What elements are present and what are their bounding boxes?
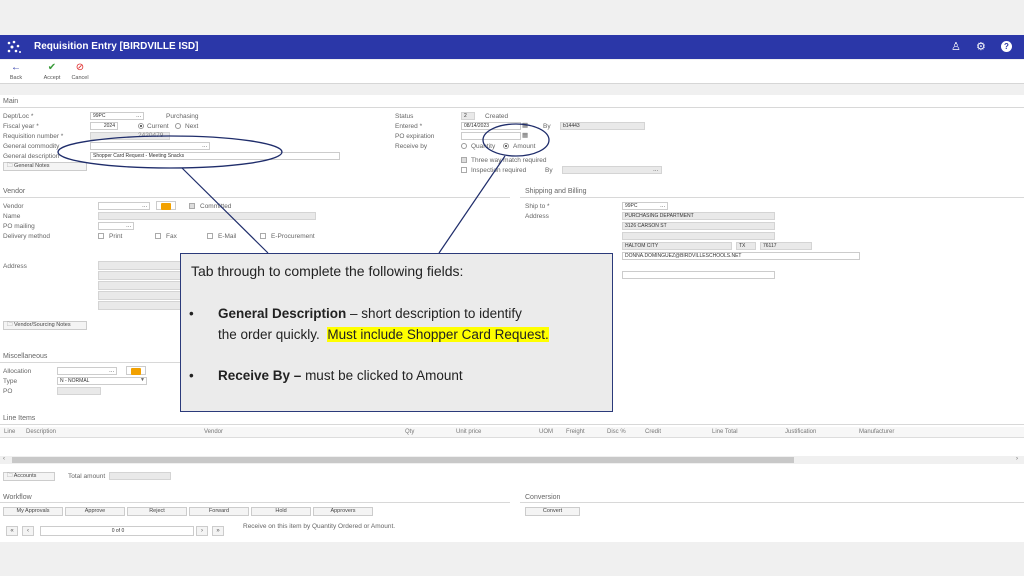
- pointer-line: [181, 167, 269, 254]
- callout-item-general-description: General Description – short description …: [218, 306, 522, 321]
- general-description-highlight: [57, 135, 283, 169]
- callout-heading: Tab through to complete the following fi…: [191, 263, 464, 279]
- bullet: •: [189, 306, 194, 321]
- callout-item-general-description-line2: the order quickly. Must include Shopper …: [218, 327, 549, 342]
- receive-by-highlight: [482, 123, 550, 157]
- bullet: •: [189, 368, 194, 383]
- instruction-callout: Tab through to complete the following fi…: [180, 253, 613, 412]
- callout-item-receive-by: Receive By – must be clicked to Amount: [218, 368, 463, 383]
- pointer-line: [438, 155, 506, 254]
- shopper-card-highlight: Must include Shopper Card Request.: [327, 327, 549, 342]
